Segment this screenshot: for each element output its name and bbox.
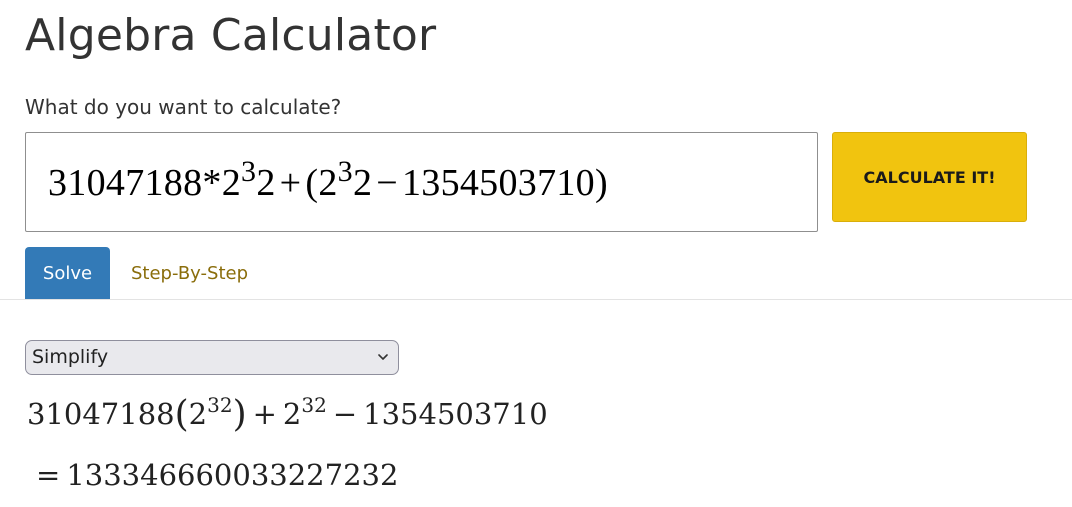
expression-input[interactable]: 31047188*232 + (232−1354503710) (25, 132, 818, 232)
result-part: 31047188 (27, 397, 175, 431)
page-title: Algebra Calculator (25, 10, 437, 61)
chevron-down-icon (378, 354, 388, 360)
expr-part: 1354503710) (401, 162, 608, 204)
result-exponent: 32 (301, 393, 327, 417)
mode-select[interactable]: Simplify (25, 340, 399, 375)
tab-solve[interactable]: Solve (25, 247, 110, 299)
expr-part: (2 (305, 162, 338, 204)
expr-operator: + (279, 162, 302, 204)
result-part: 2 (282, 397, 302, 431)
result-paren: ) (232, 394, 247, 435)
result-paren: ( (174, 394, 189, 435)
tab-step-by-step[interactable]: Step-By-Step (131, 247, 248, 299)
result-part: 1354503710 (363, 397, 548, 431)
calculation-prompt: What do you want to calculate? (25, 95, 342, 119)
expr-part: 2 (256, 162, 276, 204)
calculator-page: Algebra Calculator What do you want to c… (0, 0, 1072, 507)
result-operator: − (332, 397, 358, 431)
result-equals: = (36, 458, 61, 492)
mode-select-value: Simplify (32, 346, 109, 368)
result-value: = 133346660033227232 (36, 458, 398, 492)
expr-part: 31047188*2 (48, 162, 241, 204)
result-expression: 31047188(232) +232−1354503710 (27, 392, 548, 435)
calculate-button[interactable]: CALCULATE IT! (832, 132, 1027, 222)
result-number: 133346660033227232 (66, 458, 399, 492)
expr-superscript: 3 (241, 155, 257, 188)
result-part: 2 (188, 397, 208, 431)
expression-display: 31047188*232 + (232−1354503710) (48, 155, 608, 205)
expr-superscript: 3 (337, 155, 353, 188)
result-operator: + (252, 397, 277, 431)
expr-part: 2 (352, 162, 373, 204)
result-exponent: 32 (207, 393, 233, 417)
result-tabs: Solve Step-By-Step (0, 247, 1072, 300)
expr-operator: − (376, 162, 398, 204)
